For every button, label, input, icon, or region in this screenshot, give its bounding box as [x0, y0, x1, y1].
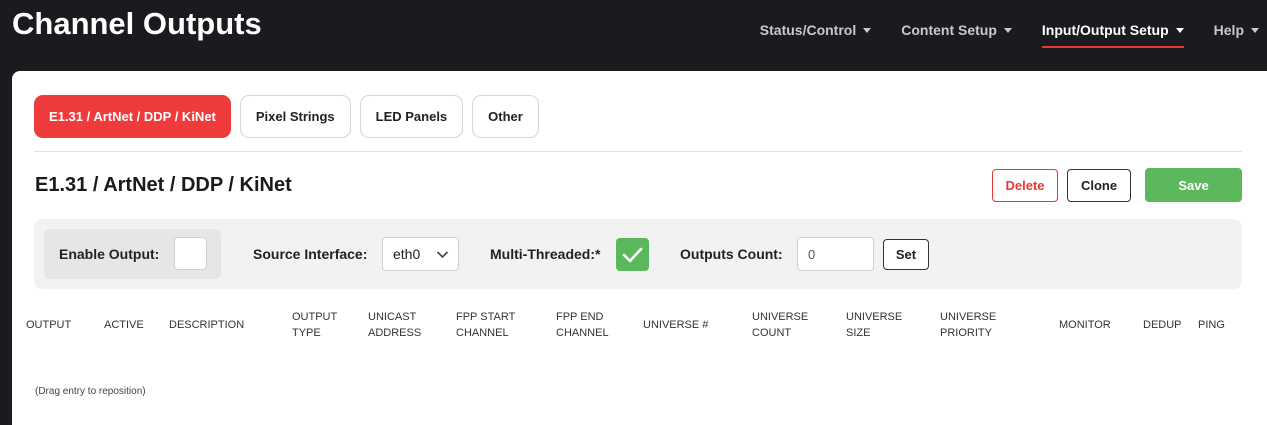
nav-help-label: Help — [1213, 22, 1244, 38]
enable-output-label: Enable Output: — [59, 246, 160, 262]
multi-threaded-checkbox[interactable] — [616, 238, 649, 271]
multi-threaded-label: Multi-Threaded:* — [490, 246, 601, 262]
col-output: OUTPUT — [26, 317, 71, 333]
drag-hint: (Drag entry to reposition) — [35, 386, 146, 397]
col-active-label: ACTIVE — [104, 319, 144, 331]
tab-led-panels[interactable]: LED Panels — [359, 95, 464, 138]
outputs-count-label: Outputs Count: — [680, 246, 783, 262]
col-universe-size-line2: SIZE — [846, 327, 871, 339]
col-output-label: OUTPUT — [26, 319, 72, 331]
source-interface-label: Source Interface: — [253, 246, 368, 262]
col-ping: PING — [1198, 317, 1225, 333]
output-tabs: E1.31 / ArtNet / DDP / KiNet Pixel Strin… — [34, 95, 548, 138]
nav-content-setup[interactable]: Content Setup — [901, 20, 1012, 48]
divider — [34, 151, 1242, 152]
col-fpp-start-channel-line1: FPP START — [456, 311, 516, 323]
col-universe-priority: UNIVERSE PRIORITY — [940, 309, 996, 341]
col-dedup: DEDUP — [1143, 317, 1182, 333]
caret-down-icon — [1251, 27, 1259, 33]
col-description: DESCRIPTION — [169, 317, 244, 333]
col-universe-count: UNIVERSE COUNT — [752, 309, 808, 341]
col-active: ACTIVE — [104, 317, 144, 333]
col-universe-count-line2: COUNT — [752, 327, 792, 339]
col-fpp-start-channel-line2: CHANNEL — [456, 327, 509, 339]
source-interface-value: eth0 — [393, 246, 421, 262]
col-unicast-address-line1: UNICAST — [368, 311, 417, 323]
col-fpp-end-channel-line2: CHANNEL — [556, 327, 609, 339]
tab-e131-artnet-ddp-kinet[interactable]: E1.31 / ArtNet / DDP / KiNet — [34, 95, 231, 138]
col-universe-size-line1: UNIVERSE — [846, 311, 903, 323]
set-button[interactable]: Set — [883, 239, 929, 270]
nav-help[interactable]: Help — [1214, 20, 1259, 48]
col-universe-priority-line1: UNIVERSE — [940, 311, 997, 323]
col-universe-priority-line2: PRIORITY — [940, 327, 992, 339]
checkmark-icon — [622, 247, 643, 263]
col-dedup-label: DEDUP — [1143, 319, 1182, 331]
caret-down-icon — [1175, 27, 1184, 33]
clone-button[interactable]: Clone — [1067, 169, 1131, 202]
col-monitor-label: MONITOR — [1059, 319, 1111, 331]
nav-input-output-setup-label: Input/Output Setup — [1041, 22, 1169, 38]
col-ping-label: PING — [1198, 319, 1225, 331]
caret-down-icon — [1003, 27, 1012, 33]
caret-down-icon — [863, 27, 872, 33]
top-bar: Channel Outputs Status/Control Content S… — [0, 0, 1267, 70]
col-monitor: MONITOR — [1059, 317, 1111, 333]
col-universe-number-label: UNIVERSE # — [643, 319, 709, 331]
nav-status-control-label: Status/Control — [759, 22, 857, 38]
col-output-type: OUTPUT TYPE — [292, 309, 337, 341]
delete-button[interactable]: Delete — [992, 169, 1058, 202]
nav-content-setup-label: Content Setup — [901, 22, 997, 38]
col-universe-count-line1: UNIVERSE — [752, 311, 809, 323]
save-button[interactable]: Save — [1145, 168, 1242, 202]
output-controls-bar: Enable Output: Source Interface: eth0 Mu… — [34, 219, 1242, 289]
col-universe-size: UNIVERSE SIZE — [846, 309, 902, 341]
col-universe-number: UNIVERSE # — [643, 317, 708, 333]
col-fpp-end-channel-line1: FPP END — [556, 311, 604, 323]
enable-output-group: Enable Output: — [44, 229, 221, 279]
col-output-type-line2: TYPE — [292, 327, 321, 339]
tab-other[interactable]: Other — [472, 95, 539, 138]
section-title: E1.31 / ArtNet / DDP / KiNet — [35, 174, 292, 196]
col-unicast-address: UNICAST ADDRESS — [368, 309, 421, 341]
chevron-down-icon — [436, 251, 449, 259]
source-interface-select[interactable]: eth0 — [382, 237, 459, 271]
col-output-type-line1: OUTPUT — [292, 311, 338, 323]
enable-output-checkbox[interactable] — [174, 237, 207, 270]
main-nav: Status/Control Content Setup Input/Outpu… — [730, 16, 1259, 52]
content-card: E1.31 / ArtNet / DDP / KiNet Pixel Strin… — [12, 71, 1267, 425]
nav-input-output-setup[interactable]: Input/Output Setup — [1041, 20, 1184, 48]
nav-status-control[interactable]: Status/Control — [759, 20, 872, 48]
outputs-count-input[interactable]: 0 — [797, 237, 874, 271]
tab-pixel-strings[interactable]: Pixel Strings — [239, 95, 351, 138]
page-title: Channel Outputs — [12, 6, 262, 41]
col-fpp-start-channel: FPP START CHANNEL — [456, 309, 515, 341]
col-fpp-end-channel: FPP END CHANNEL — [556, 309, 609, 341]
col-description-label: DESCRIPTION — [169, 319, 245, 331]
col-unicast-address-line2: ADDRESS — [368, 327, 422, 339]
